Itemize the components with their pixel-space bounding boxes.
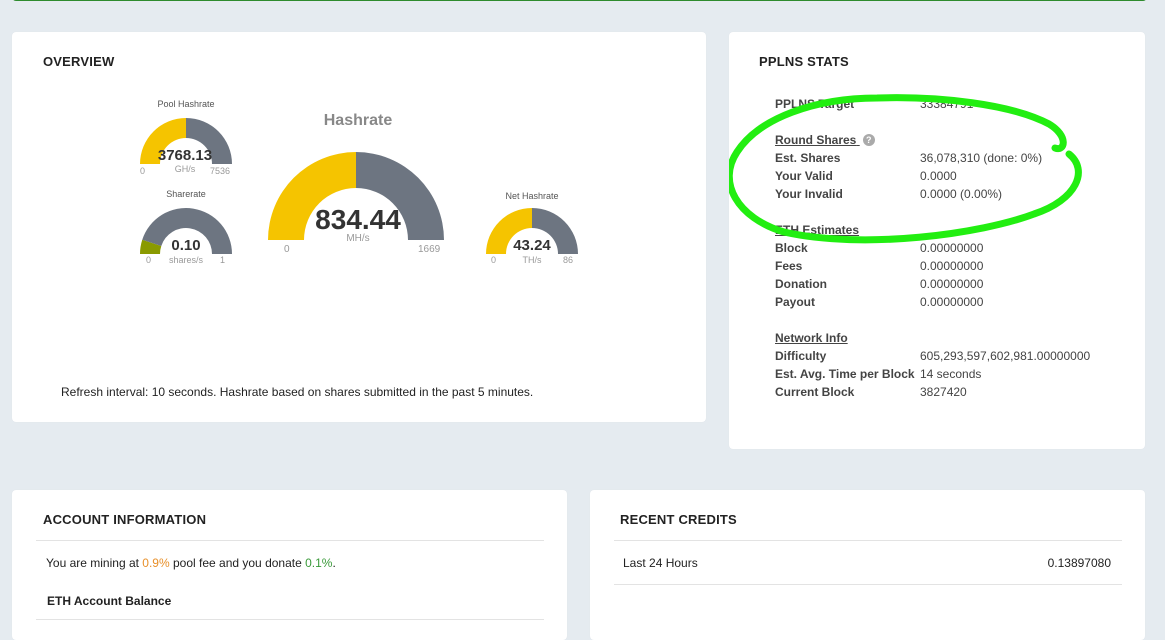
fee-text-post: . bbox=[332, 556, 336, 570]
net-value: 3827420 bbox=[920, 385, 967, 399]
hashrate-unit: MH/s bbox=[346, 233, 370, 244]
credits-divider bbox=[614, 540, 1122, 541]
round-value: 0.0000 (0.00%) bbox=[920, 187, 1003, 201]
last-24-hours-value: 0.13897080 bbox=[1047, 556, 1111, 570]
hashrate-max: 1669 bbox=[418, 244, 441, 255]
pplns-stats-list: PPLNS Target 33384791 Round Shares ? Est… bbox=[775, 95, 1090, 401]
pplns-target-label: PPLNS Target bbox=[775, 97, 855, 111]
round-shares-label: Round Shares bbox=[775, 133, 857, 147]
pool-hashrate-gauge: Pool Hashrate 3768.13 GH/s 0 7536 bbox=[138, 98, 238, 180]
round-label: Your Invalid bbox=[775, 187, 843, 201]
donation-value: 0.1% bbox=[305, 556, 333, 570]
round-row: Est. Shares 36,078,310 (done: 0%) bbox=[775, 149, 1042, 167]
pool-hashrate-max: 7536 bbox=[210, 166, 231, 176]
eth-row: Block 0.00000000 bbox=[775, 239, 983, 257]
eth-label: Block bbox=[775, 241, 808, 255]
round-value: 36,078,310 (done: 0%) bbox=[920, 151, 1043, 165]
net-hashrate-min: 0 bbox=[491, 255, 497, 265]
net-label: Current Block bbox=[775, 385, 855, 399]
eth-value: 0.00000000 bbox=[920, 259, 984, 273]
round-label: Your Valid bbox=[775, 169, 833, 183]
net-hashrate-max: 86 bbox=[563, 255, 574, 265]
round-label: Est. Shares bbox=[775, 151, 841, 165]
eth-label: Fees bbox=[775, 259, 803, 273]
net-label: Est. Avg. Time per Block bbox=[775, 367, 915, 381]
sharerate-gauge: Sharerate 0.10 shares/s 0 1 bbox=[138, 188, 238, 270]
credits-divider-2 bbox=[614, 584, 1122, 585]
net-row: Current Block 3827420 bbox=[775, 383, 967, 401]
pool-fee-value: 0.9% bbox=[142, 556, 170, 570]
eth-row: Donation 0.00000000 bbox=[775, 275, 983, 293]
pool-hashrate-min: 0 bbox=[140, 166, 146, 176]
account-divider bbox=[36, 540, 544, 541]
sharerate-max: 1 bbox=[220, 255, 226, 265]
net-value: 14 seconds bbox=[920, 367, 982, 381]
hashrate-min: 0 bbox=[284, 244, 290, 255]
eth-row: Payout 0.00000000 bbox=[775, 293, 983, 311]
last-24-hours-label: Last 24 Hours bbox=[623, 556, 698, 570]
eth-label: Donation bbox=[775, 277, 827, 291]
net-hashrate-value: 43.24 bbox=[513, 237, 551, 254]
eth-row: Fees 0.00000000 bbox=[775, 257, 983, 275]
top-status-bar bbox=[12, 0, 1147, 1]
overview-panel: OVERVIEW Pool Hashrate 3768.13 GH/s 0 75… bbox=[12, 32, 706, 422]
hashrate-gauge: Hashrate 834.44 MH/s 0 1669 bbox=[268, 110, 448, 260]
net-label: Difficulty bbox=[775, 349, 827, 363]
account-divider-2 bbox=[36, 619, 544, 620]
account-information-panel: ACCOUNT INFORMATION You are mining at 0.… bbox=[12, 490, 567, 640]
eth-label: Payout bbox=[775, 295, 816, 309]
fee-text-mid: pool fee and you donate bbox=[169, 556, 306, 570]
eth-value: 0.00000000 bbox=[920, 277, 984, 291]
pplns-target-row: PPLNS Target 33384791 bbox=[775, 95, 973, 113]
net-row: Est. Avg. Time per Block 14 seconds bbox=[775, 365, 981, 383]
fee-text-pre: You are mining at bbox=[46, 556, 143, 570]
round-row: Your Valid 0.0000 bbox=[775, 167, 957, 185]
recent-credits-panel: RECENT CREDITS Last 24 Hours 0.13897080 bbox=[590, 490, 1145, 640]
net-value: 605,293,597,602,981.00000000 bbox=[920, 349, 1091, 363]
pool-hashrate-value: 3768.13 bbox=[157, 147, 213, 164]
pplns-target-value: 33384791 bbox=[920, 97, 974, 111]
credits-title: RECENT CREDITS bbox=[620, 512, 737, 527]
round-row: Your Invalid 0.0000 (0.00%) bbox=[775, 185, 1002, 203]
overview-title: OVERVIEW bbox=[43, 54, 115, 69]
pplns-stats-panel: PPLNS STATS PPLNS Target 33384791 Round … bbox=[729, 32, 1145, 449]
hashrate-value: 834.44 bbox=[315, 204, 401, 235]
round-value: 0.0000 bbox=[920, 169, 957, 183]
sharerate-value: 0.10 bbox=[171, 237, 201, 254]
mining-fee-text: You are mining at 0.9% pool fee and you … bbox=[46, 556, 336, 570]
eth-account-balance-heading: ETH Account Balance bbox=[47, 594, 172, 608]
net-row: Difficulty 605,293,597,602,981.00000000 bbox=[775, 347, 1090, 365]
help-icon[interactable]: ? bbox=[862, 134, 875, 146]
account-title: ACCOUNT INFORMATION bbox=[43, 512, 207, 527]
refresh-note: Refresh interval: 10 seconds. Hashrate b… bbox=[61, 385, 534, 399]
pplns-title: PPLNS STATS bbox=[759, 54, 849, 69]
round-shares-heading: Round Shares ? bbox=[775, 131, 875, 149]
net-hashrate-gauge: Net Hashrate 43.24 TH/s 0 86 bbox=[484, 188, 584, 270]
eth-value: 0.00000000 bbox=[920, 295, 984, 309]
eth-value: 0.00000000 bbox=[920, 241, 984, 255]
sharerate-min: 0 bbox=[146, 255, 152, 265]
network-info-heading: Network Info bbox=[775, 331, 848, 345]
eth-estimates-heading: ETH Estimates bbox=[775, 223, 860, 237]
